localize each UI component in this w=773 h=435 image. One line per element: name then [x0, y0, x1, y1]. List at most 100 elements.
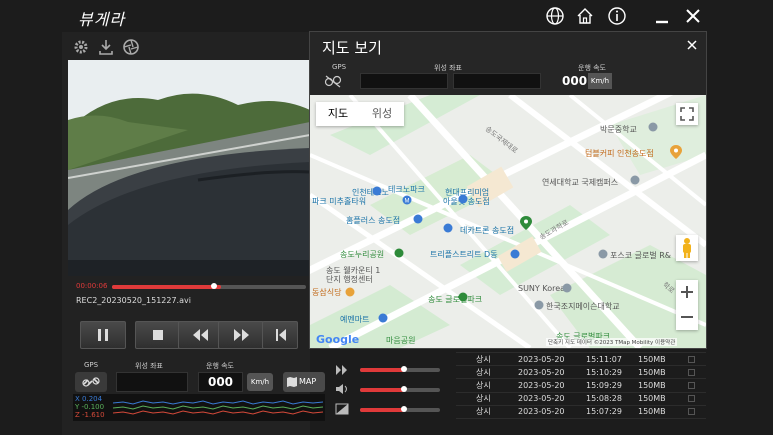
cafe-marker-icon: [670, 145, 682, 159]
volume-knob[interactable]: [401, 386, 407, 392]
map-coord-field-lng: [453, 73, 541, 89]
brightness-knob[interactable]: [401, 406, 407, 412]
brightness-fill: [360, 408, 404, 412]
playback-speed-slider[interactable]: [360, 368, 440, 372]
video-progress-fill: [112, 285, 221, 289]
map-attribution[interactable]: 단축키 지도 데이터 ©2023 TMap Mobility 이용약관: [546, 338, 678, 346]
map-canvas[interactable]: 지도 위성 인천테크노 파크 미추홀타워 테크노파크 현대프리미엄 아울렛 송도…: [310, 95, 706, 348]
map-type-tabs: 지도 위성: [316, 102, 404, 126]
record-checkbox[interactable]: [688, 381, 695, 389]
map-window: 지도 보기 GPS 위성 좌표 운행 속도 000 Km/h 지도 위성 인천테…: [309, 31, 707, 349]
record-type: 상시: [476, 367, 491, 377]
map-link-broken-icon: [324, 75, 342, 88]
record-date: 2023-05-20: [518, 367, 565, 377]
info-icon[interactable]: [607, 6, 627, 26]
brightness-icon: [335, 403, 349, 415]
accelerometer-graph: X 0.204 Y -0.100 Z -1.610: [73, 394, 325, 421]
volume-icon: [336, 384, 347, 394]
record-date: 2023-05-20: [518, 407, 565, 417]
skip-previous-icon: [276, 329, 286, 341]
map-icon: [287, 377, 297, 387]
camera-aperture-icon[interactable]: [122, 38, 140, 56]
map-button[interactable]: MAP: [283, 372, 325, 392]
metro-icon: M: [402, 195, 412, 205]
record-time: 15:08:28: [586, 394, 622, 404]
google-logo: Google: [316, 333, 360, 346]
record-size: 150MB: [638, 394, 666, 404]
fullscreen-icon: [680, 107, 694, 121]
map-label: 동삼식당: [312, 288, 342, 297]
fullscreen-button[interactable]: [676, 103, 698, 125]
speed-value: 000: [198, 372, 243, 392]
street-view-button[interactable]: [676, 235, 698, 261]
map-pin-icon: [534, 300, 544, 310]
record-checkbox[interactable]: [688, 355, 695, 363]
map-label: 송도누리공원: [340, 250, 385, 259]
pause-icon: [98, 329, 108, 341]
map-label: 한국조지메이슨대학교: [546, 302, 620, 311]
tab-satellite[interactable]: 위성: [360, 102, 404, 126]
map-label: SUNY Korea: [518, 284, 566, 293]
download-icon[interactable]: [97, 38, 115, 56]
brightness-slider[interactable]: [360, 408, 440, 412]
map-label: 트리플스트리트 D동: [430, 250, 498, 259]
volume-slider[interactable]: [360, 388, 440, 392]
record-size: 150MB: [638, 354, 666, 364]
record-checkbox[interactable]: [688, 368, 695, 376]
record-size: 150MB: [638, 380, 666, 390]
map-speed-label: 운행 속도: [578, 64, 606, 72]
stop-button[interactable]: [135, 321, 181, 349]
table-row[interactable]: 상시 2023-05-20 15:11:07 150MB: [456, 353, 706, 367]
settings-icon[interactable]: [72, 38, 90, 56]
map-pin-icon: [510, 249, 520, 259]
record-checkbox[interactable]: [688, 395, 695, 403]
map-label: 박문중학교: [600, 125, 637, 134]
app-logo: 뷰게라: [78, 10, 126, 29]
coord-label: 위성 좌표: [135, 362, 163, 370]
map-pin-icon: [598, 249, 608, 259]
speed-label: 운행 속도: [206, 362, 234, 370]
record-checkbox[interactable]: [688, 408, 695, 416]
map-window-title: 지도 보기: [322, 39, 382, 57]
rewind-icon: [193, 329, 208, 341]
map-speed-value: 000: [562, 74, 588, 88]
video-progress-bar[interactable]: [112, 285, 306, 289]
globe-icon[interactable]: [545, 6, 565, 26]
map-pin-icon: [372, 186, 382, 196]
playback-speed-knob[interactable]: [401, 366, 407, 372]
map-button-label: MAP: [299, 377, 317, 386]
fast-forward-icon: [234, 329, 249, 341]
tab-map[interactable]: 지도: [316, 102, 360, 126]
map-label: 홈플러스 송도점: [346, 216, 401, 225]
minimize-icon[interactable]: [652, 6, 672, 26]
video-filename: REC2_20230520_151227.avi: [76, 296, 191, 305]
zoom-out-icon[interactable]: [676, 305, 698, 330]
close-icon[interactable]: [683, 6, 703, 26]
map-gps-label: GPS: [332, 63, 347, 71]
zoom-in-icon[interactable]: [676, 280, 698, 305]
pegman-icon: [683, 238, 691, 258]
home-icon[interactable]: [575, 6, 595, 26]
table-row[interactable]: 상시 2023-05-20 15:08:28 150MB: [456, 393, 706, 406]
record-time: 15:11:07: [586, 354, 622, 364]
dashcam-scene: [68, 60, 310, 276]
map-label: 연세대학교 국제캠퍼스: [542, 178, 619, 187]
fast-forward-button[interactable]: [218, 321, 264, 349]
previous-file-button[interactable]: [262, 321, 298, 349]
video-progress-knob[interactable]: [211, 283, 217, 289]
pause-button[interactable]: [80, 321, 126, 349]
map-close-icon[interactable]: [686, 39, 698, 51]
table-row[interactable]: 상시 2023-05-20 15:09:29 150MB: [456, 379, 706, 393]
record-type: 상시: [476, 394, 491, 404]
map-label: 데카트론 송도점: [460, 226, 515, 235]
map-window-header: 지도 보기 GPS 위성 좌표 운행 속도 000 Km/h: [310, 32, 706, 95]
table-row[interactable]: 상시 2023-05-20 15:10:29 150MB: [456, 366, 706, 380]
map-pin-icon: [378, 313, 388, 323]
map-label: 단지 행정센터: [326, 275, 373, 284]
record-time: 15:09:29: [586, 380, 622, 390]
map-coord-field-lat: [360, 73, 448, 89]
restaurant-icon: [345, 287, 355, 297]
map-pin-icon: [443, 223, 453, 233]
video-frame[interactable]: [68, 60, 310, 276]
table-row[interactable]: 상시 2023-05-20 15:07:29 150MB: [456, 406, 706, 419]
